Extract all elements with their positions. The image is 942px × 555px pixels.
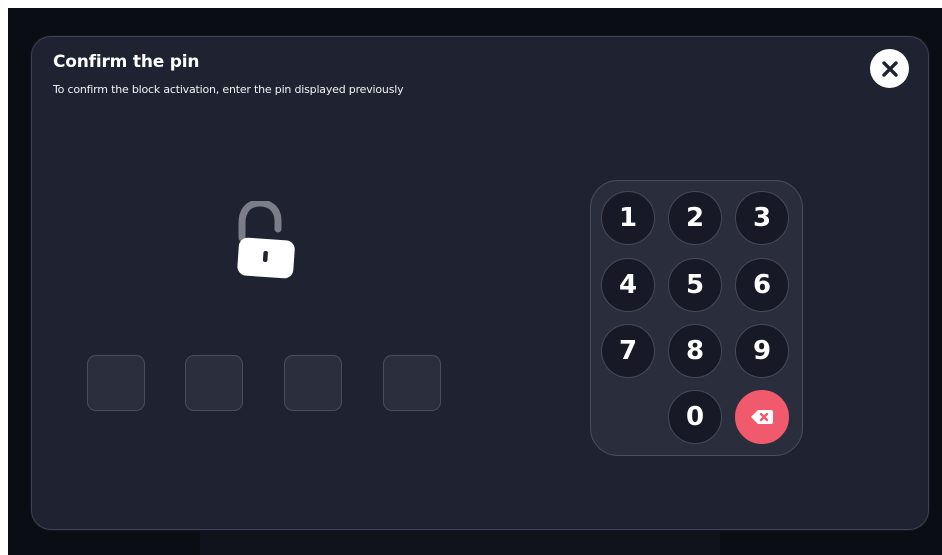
backspace-button[interactable] [735,390,789,444]
unlocked-padlock-icon [237,201,295,279]
pin-digit-box-1[interactable] [87,355,145,411]
backdrop-panel [200,528,720,555]
key-1[interactable]: 1 [601,191,655,245]
key-6[interactable]: 6 [735,258,789,312]
pin-digit-box-2[interactable] [185,355,243,411]
confirm-pin-dialog: Confirm the pin To confirm the block act… [31,36,929,530]
pin-input-row [87,355,447,413]
backspace-icon [751,410,773,424]
dialog-title: Confirm the pin [53,52,200,72]
dialog-subtitle: To confirm the block activation, enter t… [53,83,404,96]
numeric-keypad: 1 2 3 4 5 6 7 8 9 0 [590,180,803,456]
key-0[interactable]: 0 [668,390,722,444]
key-2[interactable]: 2 [668,191,722,245]
key-5[interactable]: 5 [668,258,722,312]
close-icon [881,60,898,77]
key-8[interactable]: 8 [668,324,722,378]
key-7[interactable]: 7 [601,324,655,378]
key-9[interactable]: 9 [735,324,789,378]
close-button[interactable] [870,49,909,88]
pin-digit-box-3[interactable] [284,355,342,411]
key-4[interactable]: 4 [601,258,655,312]
pin-digit-box-4[interactable] [383,355,441,411]
key-3[interactable]: 3 [735,191,789,245]
